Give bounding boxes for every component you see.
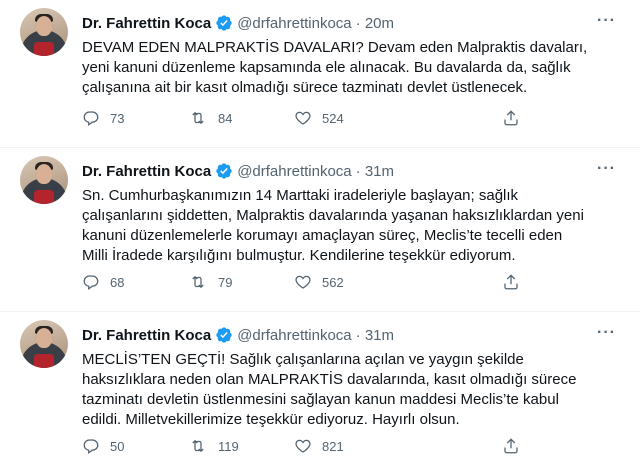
reply-button[interactable]: 50 [82, 437, 124, 455]
author-handle[interactable]: @drfahrettinkoca [237, 15, 351, 32]
tweet-time[interactable]: · 31m [356, 163, 394, 180]
retweet-button[interactable]: 119 [188, 437, 239, 455]
retweet-count: 79 [218, 274, 233, 290]
share-button[interactable] [502, 273, 520, 291]
retweet-icon [192, 439, 204, 453]
tweet-text: Sn. Cumhurbaşkanımızın 14 Marttaki irade… [82, 187, 584, 264]
like-icon [295, 111, 311, 125]
tweet[interactable]: Dr. Fahrettin Koca @drfahrettinkoca · 31… [0, 148, 640, 312]
avatar[interactable] [20, 8, 68, 56]
retweet-button[interactable]: 79 [188, 273, 232, 291]
tweet-time[interactable]: · 20m [356, 15, 394, 32]
tweet-text: DEVAM EDEN MALPRAKTİS DAVALARI? Devam ed… [82, 39, 588, 96]
share-button[interactable] [502, 109, 520, 127]
avatar[interactable] [20, 156, 68, 204]
verified-badge-icon [215, 326, 233, 344]
tweet-header: Dr. Fahrettin Koca @drfahrettinkoca · 31… [82, 326, 394, 344]
author-handle[interactable]: @drfahrettinkoca [237, 327, 351, 344]
tweet-text: MECLİS’TEN GEÇTİ! Sağlık çalışanlarına a… [82, 351, 577, 428]
like-icon [295, 439, 311, 453]
reply-button[interactable]: 68 [82, 273, 124, 291]
tweet-header: Dr. Fahrettin Koca @drfahrettinkoca · 20… [82, 14, 394, 32]
reply-icon [83, 111, 99, 126]
tweet-header: Dr. Fahrettin Koca @drfahrettinkoca · 31… [82, 162, 394, 180]
reply-icon [83, 439, 99, 454]
reply-count: 50 [110, 438, 125, 454]
avatar[interactable] [20, 320, 68, 368]
more-icon[interactable]: ··· [597, 324, 616, 342]
like-button[interactable]: 562 [294, 273, 344, 291]
author-name[interactable]: Dr. Fahrettin Koca [82, 327, 211, 344]
tweet[interactable]: Dr. Fahrettin Koca @drfahrettinkoca · 20… [0, 0, 640, 148]
like-count: 524 [322, 110, 344, 126]
like-button[interactable]: 524 [294, 109, 344, 127]
tweet[interactable]: Dr. Fahrettin Koca @drfahrettinkoca · 31… [0, 312, 640, 475]
verified-badge-icon [215, 14, 233, 32]
share-icon [504, 274, 518, 290]
retweet-icon [192, 111, 204, 125]
like-count: 562 [322, 274, 344, 290]
author-name[interactable]: Dr. Fahrettin Koca [82, 163, 211, 180]
retweet-button[interactable]: 84 [188, 109, 232, 127]
tweet-actions: 68 79 562 [82, 273, 522, 293]
tweet-actions: 50 119 821 [82, 437, 522, 457]
reply-icon [83, 275, 99, 290]
author-handle[interactable]: @drfahrettinkoca [237, 163, 351, 180]
retweet-count: 84 [218, 110, 233, 126]
share-icon [504, 438, 518, 454]
reply-button[interactable]: 73 [82, 109, 124, 127]
author-name[interactable]: Dr. Fahrettin Koca [82, 15, 211, 32]
tweet-feed: Dr. Fahrettin Koca @drfahrettinkoca · 20… [0, 0, 640, 475]
retweet-icon [192, 275, 204, 289]
reply-count: 73 [110, 110, 125, 126]
retweet-count: 119 [218, 438, 239, 454]
reply-count: 68 [110, 274, 125, 290]
share-button[interactable] [502, 437, 520, 455]
like-count: 821 [322, 438, 344, 454]
like-icon [295, 275, 311, 289]
tweet-time[interactable]: · 31m [356, 327, 394, 344]
like-button[interactable]: 821 [294, 437, 344, 455]
share-icon [504, 110, 518, 126]
verified-badge-icon [215, 162, 233, 180]
tweet-actions: 73 84 524 [82, 109, 522, 129]
more-icon[interactable]: ··· [597, 160, 616, 178]
more-icon[interactable]: ··· [597, 12, 616, 30]
